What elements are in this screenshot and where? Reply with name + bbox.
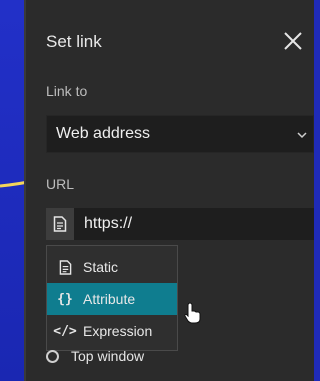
url-type-button[interactable] [46, 208, 74, 240]
url-label: URL [46, 176, 75, 192]
set-link-panel: Set link Link to Web address URL https:/… [24, 0, 314, 381]
code-icon: </> [53, 323, 77, 339]
menu-item-label: Expression [83, 323, 153, 339]
link-to-label: Link to [46, 83, 88, 99]
panel-title: Set link [46, 32, 102, 51]
hand-cursor-icon [184, 302, 201, 324]
menu-item-label: Static [83, 259, 119, 275]
document-icon [56, 258, 74, 276]
radio-label: Top window [71, 348, 145, 364]
radio-top-window[interactable]: Top window [46, 344, 144, 368]
url-input[interactable]: https:// [84, 208, 132, 240]
braces-icon: {} [57, 291, 73, 307]
menu-item-expression[interactable]: </> Expression [47, 315, 177, 347]
menu-item-attribute[interactable]: {} Attribute [47, 283, 177, 315]
menu-item-static[interactable]: Static [47, 251, 177, 283]
url-type-menu: Static {} Attribute </> Expression [46, 245, 178, 351]
radio-button[interactable] [46, 349, 59, 363]
chevron-down-icon [297, 132, 307, 139]
document-icon [53, 216, 67, 232]
url-field: https:// [46, 208, 314, 240]
menu-item-label: Attribute [83, 291, 136, 307]
close-icon[interactable] [282, 30, 304, 52]
link-to-value: Web address [56, 125, 150, 142]
link-to-select[interactable]: Web address [46, 115, 314, 153]
